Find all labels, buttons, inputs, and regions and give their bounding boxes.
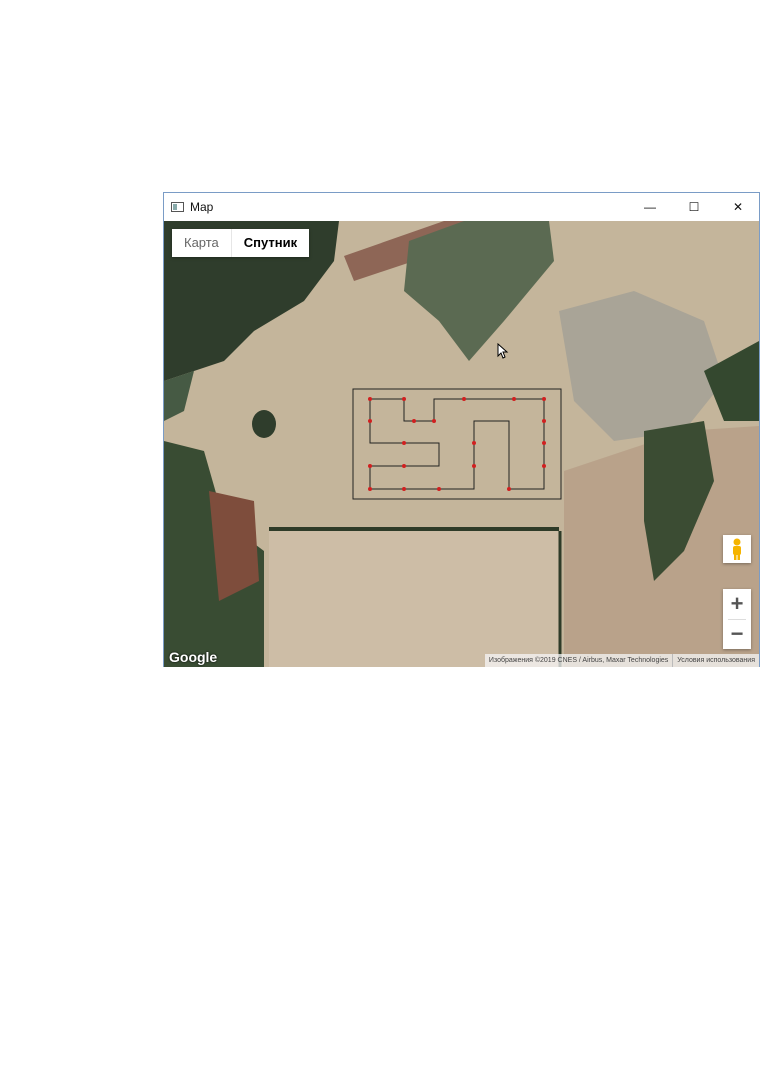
map-type-control: Карта Спутник	[172, 229, 310, 257]
map-window: Map — ☐ ✕ Карта Спутник + − Google Изобр…	[163, 192, 760, 667]
close-button[interactable]: ✕	[716, 193, 760, 221]
zoom-divider	[728, 619, 746, 620]
maximize-button[interactable]: ☐	[672, 193, 716, 221]
terms-link[interactable]: Условия использования	[672, 654, 759, 667]
attribution-bar: Изображения ©2019 CNES / Airbus, Maxar T…	[484, 654, 759, 667]
satellite-map[interactable]: Карта Спутник + − Google Изображения ©20…	[164, 221, 759, 667]
minimize-button[interactable]: —	[628, 193, 672, 221]
app-icon	[171, 202, 184, 212]
map-type-satellite-button[interactable]: Спутник	[230, 229, 309, 257]
map-type-map-button[interactable]: Карта	[172, 229, 231, 257]
mouse-cursor-icon	[497, 343, 509, 359]
zoom-in-button[interactable]: +	[723, 589, 751, 619]
satellite-imagery	[164, 221, 759, 667]
attribution-text: Изображения ©2019 CNES / Airbus, Maxar T…	[484, 654, 673, 667]
zoom-control: + −	[723, 589, 751, 649]
zoom-out-button[interactable]: −	[723, 619, 751, 649]
pegman-icon	[733, 538, 741, 560]
window-title: Map	[190, 200, 214, 214]
pegman-button[interactable]	[723, 535, 751, 563]
google-logo[interactable]: Google	[169, 649, 217, 665]
title-bar[interactable]: Map — ☐ ✕	[164, 193, 759, 221]
